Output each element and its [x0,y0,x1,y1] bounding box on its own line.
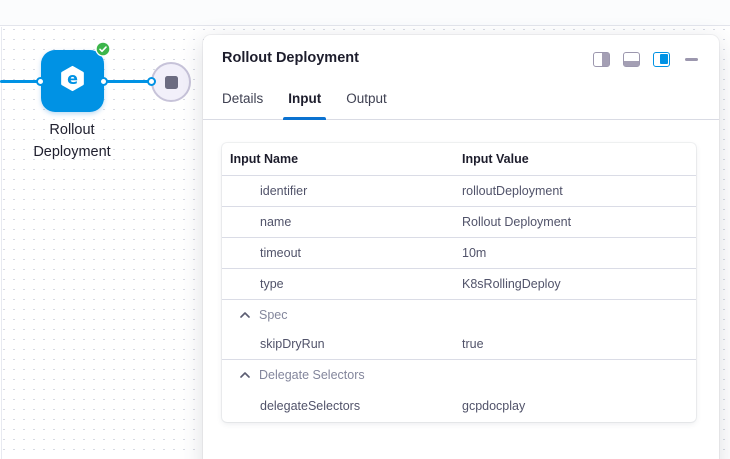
tab-details[interactable]: Details [222,91,263,119]
table-group-spec[interactable]: Spec [222,299,696,329]
column-header-input-name: Input Name [222,152,462,166]
row-value: true [462,337,696,351]
panel-title: Rollout Deployment [222,50,359,66]
group-label: Spec [259,308,288,322]
panel-window-controls [593,52,698,67]
table-row: timeout 10m [222,237,696,268]
tab-input[interactable]: Input [288,91,321,119]
step-node-rollout-deployment[interactable]: e [41,50,104,112]
row-value: 10m [462,246,696,260]
chevron-up-icon[interactable] [240,372,250,378]
row-value: gcpdocplay [462,399,696,413]
row-name: delegateSelectors [222,399,462,413]
canvas-toolbar [0,0,730,26]
node-port-left[interactable] [36,77,45,86]
table-row: type K8sRollingDeploy [222,268,696,299]
minimize-icon[interactable] [685,58,698,61]
row-name: identifier [222,184,462,198]
row-value: rolloutDeployment [462,184,696,198]
row-name: name [222,215,462,229]
row-value: Rollout Deployment [462,215,696,229]
table-header-row: Input Name Input Value [222,143,696,175]
row-name: timeout [222,246,462,260]
success-check-icon [95,41,111,57]
end-node-port[interactable] [147,77,156,86]
row-name: type [222,277,462,291]
table-row: delegateSelectors gcpdocplay [222,389,696,422]
input-table: Input Name Input Value identifier rollou… [222,143,696,422]
split-right-icon[interactable] [593,52,610,67]
panel-header: Rollout Deployment [203,35,719,67]
table-group-delegate-selectors[interactable]: Delegate Selectors [222,359,696,389]
column-header-input-value: Input Value [462,152,696,166]
group-label: Delegate Selectors [259,368,365,382]
split-bottom-icon[interactable] [623,52,640,67]
split-right-active-icon[interactable] [653,52,670,67]
tab-output[interactable]: Output [346,91,387,119]
chevron-up-icon[interactable] [240,312,250,318]
pipeline-end-node[interactable] [151,62,191,102]
rolling-deployment-icon: e [59,65,86,97]
svg-text:e: e [67,69,78,88]
canvas-left-edge [1,27,2,459]
panel-tabs: Details Input Output [203,91,719,120]
table-row: identifier rolloutDeployment [222,175,696,206]
stop-square-icon [165,76,178,89]
table-row: name Rollout Deployment [222,206,696,237]
row-value: K8sRollingDeploy [462,277,696,291]
table-row: skipDryRun true [222,329,696,359]
connector-outgoing [103,80,153,83]
step-node-label: Rollout Deployment [17,119,127,163]
node-port-right[interactable] [99,77,108,86]
row-name: skipDryRun [222,337,462,351]
step-details-panel: Rollout Deployment Details Input Output … [203,35,719,459]
